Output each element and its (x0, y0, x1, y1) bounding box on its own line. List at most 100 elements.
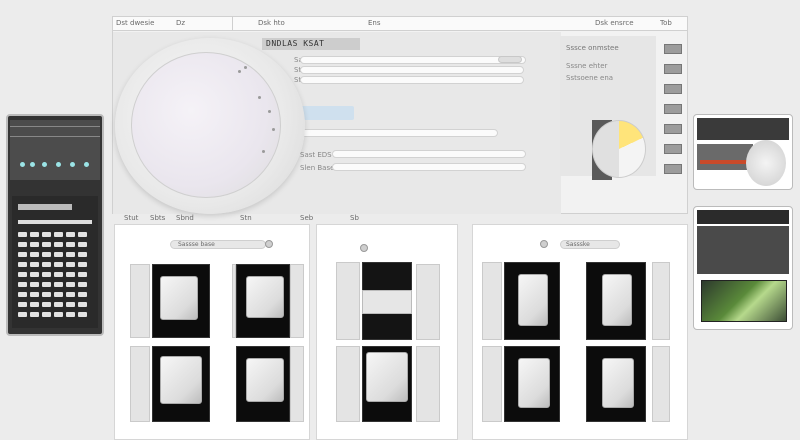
keypad-key[interactable] (54, 292, 63, 297)
thumbnail[interactable] (664, 84, 682, 94)
keypad-key[interactable] (78, 292, 87, 297)
keypad-key[interactable] (18, 282, 27, 287)
keypad-header-bar (18, 204, 72, 210)
keypad-key[interactable] (66, 302, 75, 307)
keypad-key[interactable] (30, 252, 39, 257)
keypad-key[interactable] (66, 282, 75, 287)
keypad-key[interactable] (66, 262, 75, 267)
tab-divider (232, 16, 233, 30)
field-input-6[interactable] (332, 163, 526, 171)
field-input-5[interactable] (332, 150, 526, 158)
device-dot (262, 150, 265, 153)
thumbnail[interactable] (664, 64, 682, 74)
keypad-key[interactable] (30, 272, 39, 277)
keypad-key[interactable] (42, 242, 51, 247)
device-dot (258, 96, 261, 99)
bottom-tab-label[interactable]: Sbts (150, 214, 176, 222)
product-box-image (160, 356, 202, 404)
keypad-key[interactable] (54, 312, 63, 317)
keypad-key[interactable] (42, 272, 51, 277)
keypad-key[interactable] (78, 262, 87, 267)
keypad-key[interactable] (42, 292, 51, 297)
keypad-key[interactable] (42, 262, 51, 267)
field-input-4[interactable] (300, 129, 498, 137)
product-box-image (518, 358, 550, 408)
side-strip (290, 264, 304, 338)
keypad-key[interactable] (54, 232, 63, 237)
side-strip (482, 346, 502, 422)
tab-dz[interactable]: Dz (176, 19, 196, 27)
keypad-key[interactable] (54, 252, 63, 257)
thumbnail[interactable] (664, 44, 682, 54)
keypad-key[interactable] (54, 282, 63, 287)
keypad-key[interactable] (30, 232, 39, 237)
keypad-key[interactable] (30, 302, 39, 307)
keypad-key[interactable] (42, 252, 51, 257)
keypad-key[interactable] (18, 242, 27, 247)
bottom-tab-label[interactable]: Seb (300, 214, 326, 222)
panel-round-button[interactable] (540, 240, 548, 248)
tab-disk-source[interactable]: Dsk ensrce (595, 19, 645, 27)
keypad-key[interactable] (78, 282, 87, 287)
status-dot-icon (70, 162, 75, 167)
keypad-key[interactable] (66, 292, 75, 297)
thumbnail[interactable] (664, 124, 682, 134)
keypad-key[interactable] (42, 232, 51, 237)
right-col-line-2: Sstsoene ena (566, 74, 614, 82)
field-input-1[interactable] (300, 56, 526, 64)
keypad-key[interactable] (18, 252, 27, 257)
keypad-key[interactable] (30, 242, 39, 247)
keypad-key[interactable] (18, 232, 27, 237)
panel-round-button[interactable] (265, 240, 273, 248)
field-input-2[interactable] (300, 66, 524, 74)
device-dot (238, 70, 241, 73)
keypad-key[interactable] (30, 292, 39, 297)
keypad-key[interactable] (54, 302, 63, 307)
keypad-key[interactable] (18, 302, 27, 307)
keypad-key[interactable] (78, 272, 87, 277)
tab-disk[interactable]: Dsk hto (258, 19, 318, 27)
keypad-key[interactable] (18, 262, 27, 267)
keypad-key[interactable] (78, 232, 87, 237)
tab-title[interactable]: Dst dwesie (116, 19, 180, 27)
bottom-tab-label[interactable]: Stut (124, 214, 150, 222)
keypad-key[interactable] (78, 252, 87, 257)
side-strip (416, 264, 440, 340)
bottom-tab-label[interactable]: Sbnd (176, 214, 202, 222)
tab-tob[interactable]: Tob (660, 19, 680, 27)
keypad-key[interactable] (42, 282, 51, 287)
tab-ens[interactable]: Ens (368, 19, 408, 27)
blue-chip[interactable] (300, 106, 354, 120)
keypad-key[interactable] (18, 292, 27, 297)
bottom-tab-label[interactable]: Stn (240, 214, 266, 222)
screen-line (10, 126, 100, 127)
keypad-key[interactable] (30, 262, 39, 267)
gear-icon (746, 140, 786, 186)
field-slider-1[interactable] (498, 56, 522, 63)
thumbnail[interactable] (664, 104, 682, 114)
keypad-key[interactable] (66, 312, 75, 317)
keypad-key[interactable] (30, 312, 39, 317)
keypad-key[interactable] (18, 312, 27, 317)
thumbnail[interactable] (664, 144, 682, 154)
keypad-key[interactable] (66, 242, 75, 247)
keypad-key[interactable] (66, 232, 75, 237)
keypad-key[interactable] (78, 302, 87, 307)
thumbnail[interactable] (664, 164, 682, 174)
keypad-key[interactable] (66, 252, 75, 257)
keypad-key[interactable] (42, 312, 51, 317)
bottom-tab-label[interactable]: Sb (350, 214, 376, 222)
keypad-key[interactable] (66, 272, 75, 277)
keypad-key[interactable] (54, 262, 63, 267)
keypad-key[interactable] (78, 312, 87, 317)
keypad-key[interactable] (42, 302, 51, 307)
keypad-key[interactable] (18, 272, 27, 277)
right-device-top-header (697, 118, 789, 140)
panel-round-button[interactable] (360, 244, 368, 252)
keypad-key[interactable] (78, 242, 87, 247)
panel-search-label: Sassse base (178, 241, 215, 248)
keypad-key[interactable] (54, 272, 63, 277)
keypad-key[interactable] (30, 282, 39, 287)
field-input-3[interactable] (300, 76, 524, 84)
keypad-key[interactable] (54, 242, 63, 247)
